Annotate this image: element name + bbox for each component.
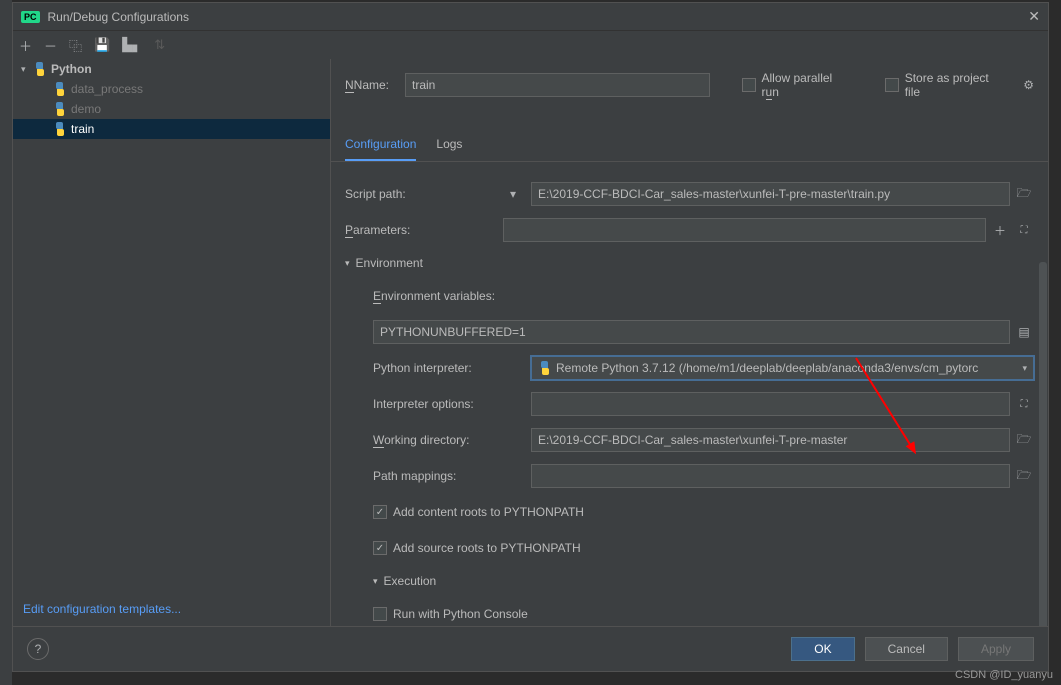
- run-debug-config-dialog: PC Run/Debug Configurations ✕ ＋ － ⿻ 💾 ▙▖…: [12, 2, 1049, 672]
- apply-button[interactable]: Apply: [958, 637, 1034, 661]
- path-mappings-label: Path mappings:: [373, 469, 523, 483]
- chevron-down-icon: ▾: [1022, 363, 1027, 374]
- allow-parallel-checkbox[interactable]: Allow parallel run: [742, 71, 853, 99]
- tree-item-data-process[interactable]: data_process: [13, 79, 330, 99]
- python-icon: [53, 82, 67, 96]
- interpreter-label: Python interpreter:: [373, 361, 523, 375]
- workdir-label: Working directory:: [373, 433, 523, 447]
- add-source-roots-checkbox[interactable]: Add source roots to PYTHONPATH: [373, 541, 581, 555]
- help-icon[interactable]: ?: [27, 638, 49, 660]
- section-label: Environment: [356, 256, 423, 270]
- env-vars-input[interactable]: [373, 320, 1010, 344]
- folder-icon[interactable]: 🗁: [1014, 184, 1034, 204]
- store-project-label: Store as project file: [905, 71, 1008, 99]
- checkbox-icon: [373, 505, 387, 519]
- config-tree[interactable]: ▾ Python data_process demo train: [13, 59, 330, 592]
- add-icon[interactable]: ＋: [19, 36, 32, 55]
- folder-icon[interactable]: 🗁: [1014, 430, 1034, 450]
- edit-templates-link[interactable]: Edit configuration templates...: [13, 592, 330, 626]
- checkbox-label: Add content roots to PYTHONPATH: [393, 505, 584, 519]
- path-mappings-input[interactable]: [531, 464, 1010, 488]
- dialog-footer: ? OK Cancel Apply: [13, 626, 1048, 671]
- checkbox-icon: [885, 78, 899, 92]
- interp-options-input[interactable]: [531, 392, 1010, 416]
- chevron-down-icon: ▾: [21, 64, 33, 75]
- tree-item-label: demo: [71, 102, 101, 116]
- config-tree-sidebar: ▾ Python data_process demo train Edit co: [13, 59, 331, 626]
- run-console-checkbox[interactable]: Run with Python Console: [373, 607, 528, 621]
- checkbox-label: Run with Python Console: [393, 607, 528, 621]
- folder-icon[interactable]: 🗁: [1014, 466, 1034, 486]
- name-input[interactable]: [405, 73, 710, 97]
- python-icon: [53, 102, 67, 116]
- store-project-checkbox[interactable]: Store as project file: [885, 71, 1008, 99]
- script-path-label: Script path:: [345, 187, 495, 201]
- titlebar: PC Run/Debug Configurations ✕: [13, 3, 1048, 31]
- env-vars-label: Environment variables:: [373, 289, 523, 303]
- window-title: Run/Debug Configurations: [48, 10, 1029, 24]
- checkbox-icon: [373, 541, 387, 555]
- tree-item-train[interactable]: train: [13, 119, 330, 139]
- expand-icon[interactable]: ⛶: [1014, 394, 1034, 414]
- scrollbar[interactable]: [1039, 262, 1047, 626]
- tab-logs[interactable]: Logs: [436, 129, 462, 161]
- interp-options-label: Interpreter options:: [373, 397, 523, 411]
- python-icon: [538, 361, 552, 375]
- interpreter-value: Remote Python 3.7.12 (/home/m1/deeplab/d…: [556, 361, 978, 375]
- tree-item-label: train: [71, 122, 94, 136]
- script-path-input[interactable]: [531, 182, 1010, 206]
- gear-icon[interactable]: ⚙: [1023, 78, 1034, 92]
- folder-open-icon[interactable]: ▙▖: [122, 37, 142, 53]
- add-content-roots-checkbox[interactable]: Add content roots to PYTHONPATH: [373, 505, 584, 519]
- name-label: NName:: [345, 78, 389, 92]
- workdir-input[interactable]: [531, 428, 1010, 452]
- close-icon[interactable]: ✕: [1028, 8, 1040, 25]
- cancel-button[interactable]: Cancel: [865, 637, 948, 661]
- tree-item-demo[interactable]: demo: [13, 99, 330, 119]
- save-icon[interactable]: 💾: [94, 37, 110, 53]
- parameters-input[interactable]: [503, 218, 986, 242]
- tab-configuration[interactable]: Configuration: [345, 129, 416, 161]
- chevron-down-icon[interactable]: ▾: [503, 184, 523, 204]
- configuration-panel: Script path: ▾ 🗁 Parameters: ＋ ⛶: [331, 162, 1048, 626]
- checkbox-icon: [742, 78, 756, 92]
- allow-parallel-label: Allow parallel run: [762, 71, 853, 99]
- tree-root-python[interactable]: ▾ Python: [13, 59, 330, 79]
- tree-root-label: Python: [51, 62, 92, 76]
- checkbox-label: Add source roots to PYTHONPATH: [393, 541, 581, 555]
- sidebar-toolbar: ＋ － ⿻ 💾 ▙▖ ⇅: [13, 31, 1048, 59]
- parameters-label: Parameters:: [345, 223, 495, 237]
- section-label: Execution: [384, 574, 437, 588]
- tabs: Configuration Logs: [331, 129, 1048, 162]
- list-icon[interactable]: ▤: [1014, 322, 1034, 342]
- python-interpreter-select[interactable]: Remote Python 3.7.12 (/home/m1/deeplab/d…: [531, 356, 1034, 380]
- expand-icon[interactable]: ⛶: [1014, 220, 1034, 240]
- watermark: CSDN @ID_yuanyu: [955, 669, 1053, 681]
- remove-icon[interactable]: －: [44, 36, 57, 55]
- plus-icon[interactable]: ＋: [990, 220, 1010, 240]
- chevron-down-icon: ▾: [373, 576, 378, 587]
- checkbox-icon: [373, 607, 387, 621]
- ok-button[interactable]: OK: [791, 637, 854, 661]
- execution-section[interactable]: ▾ Execution: [345, 574, 1034, 588]
- python-icon: [33, 62, 47, 76]
- python-icon: [53, 122, 67, 136]
- tree-item-label: data_process: [71, 82, 143, 96]
- copy-icon[interactable]: ⿻: [69, 36, 82, 55]
- pycharm-icon: PC: [21, 11, 40, 23]
- chevron-down-icon: ▾: [345, 258, 350, 269]
- main-panel: NName: Allow parallel run Store as proje…: [331, 59, 1048, 626]
- environment-section[interactable]: ▾ Environment: [345, 256, 1034, 270]
- sort-icon[interactable]: ⇅: [154, 37, 165, 53]
